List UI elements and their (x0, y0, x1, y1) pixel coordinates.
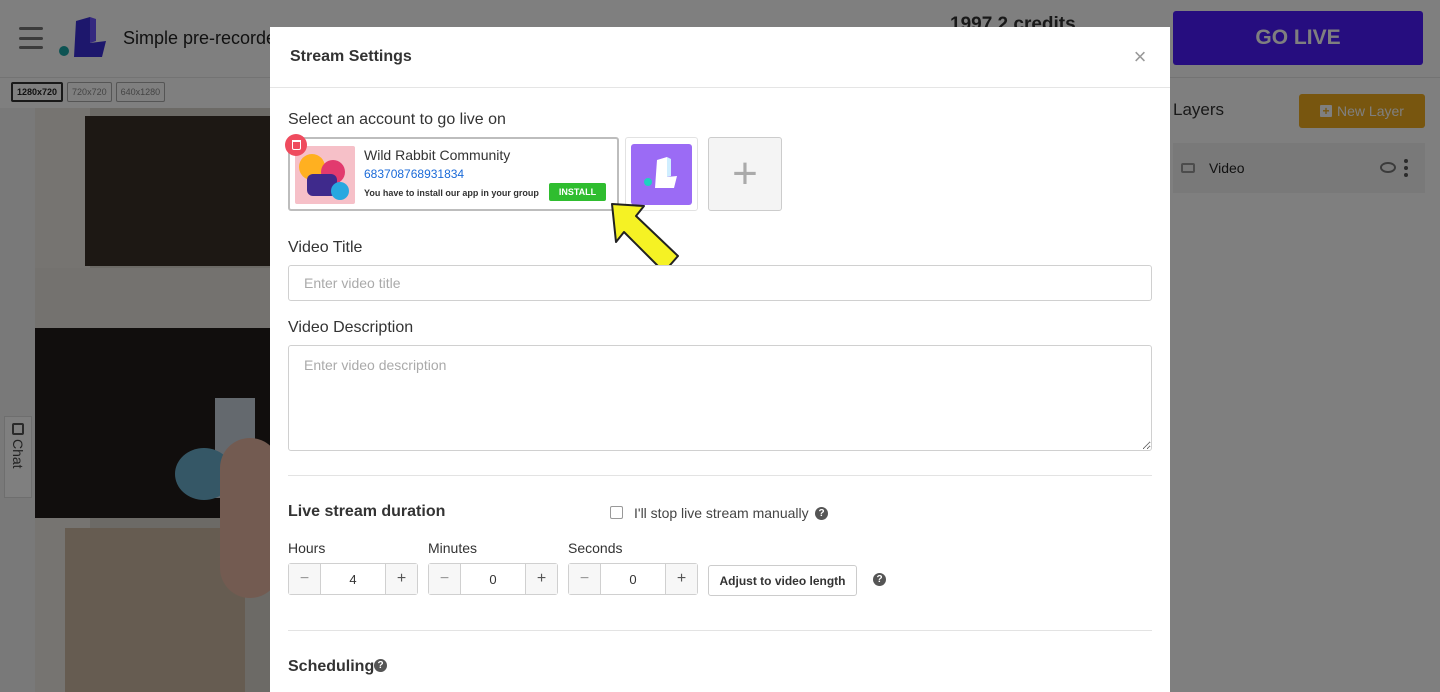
hours-increment-button[interactable]: + (385, 564, 417, 594)
manual-stop-label[interactable]: I'll stop live stream manually (634, 505, 809, 521)
modal-title: Stream Settings (290, 48, 412, 65)
seconds-increment-button[interactable]: + (665, 564, 697, 594)
scheduling-help-icon[interactable]: ? (374, 659, 387, 672)
duration-label: Live stream duration (288, 503, 446, 520)
plus-icon: + (732, 149, 758, 198)
video-description-label: Video Description (288, 319, 414, 336)
video-description-input[interactable] (288, 345, 1152, 451)
account-card-wild-rabbit[interactable]: Wild Rabbit Community 683708768931834 Yo… (288, 137, 619, 211)
manual-stop-checkbox[interactable] (610, 506, 623, 519)
install-button[interactable]: INSTALL (549, 183, 606, 201)
section-divider (288, 475, 1152, 476)
hours-value[interactable]: 4 (321, 564, 385, 594)
install-notice: You have to install our app in your grou… (364, 188, 539, 198)
scheduling-label: Scheduling (288, 658, 375, 675)
seconds-stepper: − 0 + (568, 563, 698, 595)
seconds-decrement-button[interactable]: − (569, 564, 601, 594)
account-name: Wild Rabbit Community (364, 147, 511, 163)
minutes-increment-button[interactable]: + (525, 564, 557, 594)
modal-header: Stream Settings × (270, 27, 1170, 88)
seconds-value[interactable]: 0 (601, 564, 665, 594)
add-account-button[interactable]: + (708, 137, 782, 211)
minutes-stepper: − 0 + (428, 563, 558, 595)
minutes-value[interactable]: 0 (461, 564, 525, 594)
account-thumbnail (295, 146, 355, 204)
minutes-label: Minutes (428, 540, 478, 556)
hours-stepper: − 4 + (288, 563, 418, 595)
minutes-decrement-button[interactable]: − (429, 564, 461, 594)
account-section-label: Select an account to go live on (288, 111, 506, 128)
account-id-link[interactable]: 683708768931834 (364, 167, 464, 181)
stream-settings-modal: Stream Settings × Select an account to g… (270, 27, 1170, 692)
video-title-input[interactable] (288, 265, 1152, 301)
adjust-to-video-length-button[interactable]: Adjust to video length (708, 565, 857, 596)
manual-stop-help-icon[interactable]: ? (815, 507, 828, 520)
duration-help-icon[interactable]: ? (873, 573, 886, 586)
hours-decrement-button[interactable]: − (289, 564, 321, 594)
video-title-label: Video Title (288, 239, 363, 256)
hours-label: Hours (288, 540, 326, 556)
seconds-label: Seconds (568, 540, 623, 556)
section-divider (288, 630, 1152, 631)
close-icon[interactable]: × (1132, 46, 1148, 68)
trash-icon[interactable] (285, 134, 307, 156)
